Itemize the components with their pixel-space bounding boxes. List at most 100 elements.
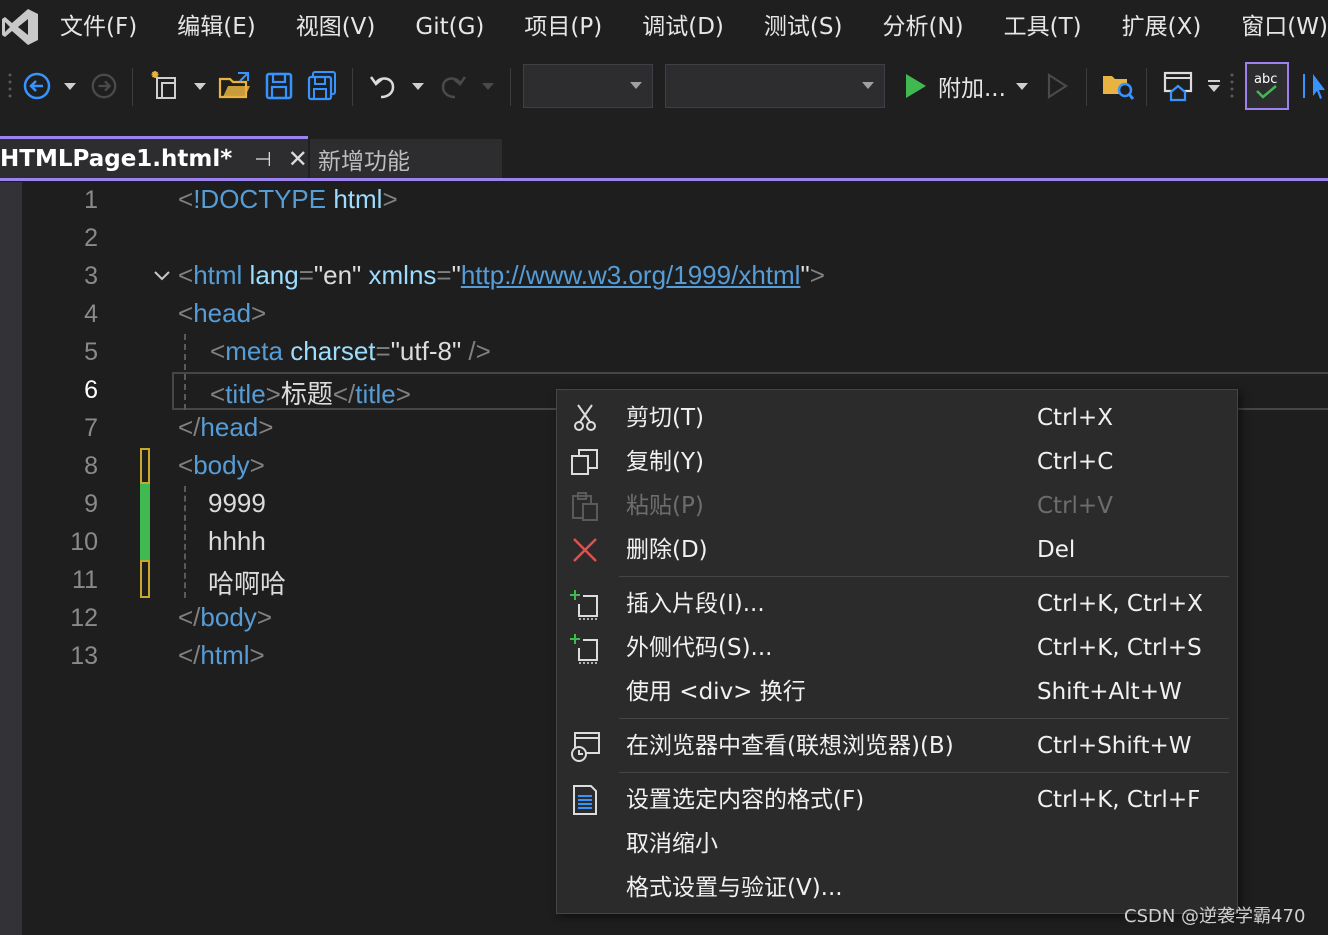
line-number: 2 (84, 224, 98, 252)
code-line-5[interactable]: <meta charset="utf-8" /> (210, 336, 491, 367)
code-line-13[interactable]: </html> (178, 640, 265, 671)
code-token: head (200, 412, 259, 442)
menu-item-label: 设置选定内容的格式(F) (626, 787, 865, 813)
attach-dropdown-arrow-icon[interactable] (1012, 62, 1032, 110)
forward-icon[interactable] (86, 62, 122, 110)
menu-item-copy[interactable]: 复制(Y) Ctrl+C (557, 440, 1237, 484)
menu-separator (619, 576, 1229, 577)
menu-item-format-selection[interactable]: 设置选定内容的格式(F) Ctrl+K, Ctrl+F (557, 778, 1237, 822)
start-without-debug-icon[interactable] (1040, 62, 1074, 110)
code-token: lang (249, 260, 299, 290)
menu-git[interactable]: Git(G) (395, 0, 504, 54)
find-in-files-icon[interactable] (1098, 62, 1138, 110)
code-token: > (251, 298, 267, 328)
menu-item-label: 使用 <div> 换行 (626, 679, 806, 705)
menu-item-wrap-div[interactable]: 使用 <div> 换行 Shift+Alt+W (557, 670, 1237, 714)
undo-dropdown-arrow-icon[interactable] (408, 62, 428, 110)
code-token: > (265, 379, 281, 409)
menu-item-shortcut: Ctrl+K, Ctrl+X (1037, 591, 1203, 617)
solution-platform-dropdown[interactable] (665, 64, 885, 108)
code-line-3[interactable]: <html lang="en" xmlns="http://www.w3.org… (178, 260, 825, 291)
menu-item-surround-with[interactable]: 外侧代码(S)... Ctrl+K, Ctrl+S (557, 626, 1237, 670)
code-token: < (178, 184, 194, 214)
code-line-6[interactable]: <title>标题</title> (210, 374, 411, 411)
toolbar-separator (510, 68, 511, 106)
menu-edit[interactable]: 编辑(E) (157, 0, 275, 54)
xmlns-link[interactable]: http://www.w3.org/1999/xhtml (461, 260, 801, 290)
collapse-chevron-icon[interactable] (152, 266, 172, 290)
menu-test[interactable]: 测试(S) (744, 0, 863, 54)
tab-whats-new[interactable]: 新增功能 (310, 139, 502, 178)
redo-icon[interactable] (434, 62, 472, 110)
toolbar-grip[interactable] (6, 62, 14, 110)
view-in-browser-icon (569, 730, 601, 762)
new-project-icon[interactable] (146, 62, 186, 110)
code-line-4[interactable]: <head> (178, 298, 266, 329)
menu-file[interactable]: 文件(F) (40, 0, 157, 54)
indent-guide (184, 486, 186, 598)
cursor-select-icon[interactable] (1300, 62, 1328, 110)
svg-text:abc: abc (1254, 72, 1277, 87)
redo-dropdown-arrow-icon[interactable] (478, 62, 498, 110)
menu-item-label: 复制(Y) (626, 449, 704, 475)
menu-item-label: 外侧代码(S)... (626, 635, 773, 661)
open-folder-icon[interactable] (216, 62, 254, 110)
code-line-1[interactable]: <!DOCTYPE html> (178, 184, 398, 215)
code-token: = (375, 336, 391, 366)
menu-item-label: 格式设置与验证(V)... (626, 875, 843, 901)
browser-dropdown-arrow-icon[interactable] (1204, 62, 1224, 110)
menu-debug[interactable]: 调试(D) (622, 0, 744, 54)
toolbar-separator (1146, 68, 1147, 106)
attach-button[interactable]: 附加... (938, 62, 1010, 110)
undo-icon[interactable] (364, 62, 402, 110)
line-number: 10 (70, 528, 98, 556)
tab-htmlpage1[interactable]: HTMLPage1.html* ⊣ ✕ (0, 136, 308, 178)
browser-link-icon[interactable] (1158, 62, 1198, 110)
tab-underline (0, 178, 1328, 181)
menu-item-delete[interactable]: 删除(D) Del (557, 528, 1237, 572)
menu-window[interactable]: 窗口(W) (1221, 0, 1328, 54)
menu-item-insert-snippet[interactable]: 插入片段(I)... Ctrl+K, Ctrl+X (557, 582, 1237, 626)
code-token: body (200, 602, 257, 632)
solution-configuration-dropdown[interactable] (523, 64, 653, 108)
code-token: title (225, 379, 266, 409)
back-dropdown-arrow-icon[interactable] (60, 62, 80, 110)
menu-view[interactable]: 视图(V) (276, 0, 396, 54)
menu-project[interactable]: 项目(P) (504, 0, 622, 54)
save-icon[interactable] (260, 62, 298, 110)
visual-studio-logo-icon[interactable] (0, 0, 40, 54)
code-token: > (256, 602, 272, 632)
code-token: < (178, 298, 194, 328)
chevron-down-icon (630, 82, 642, 89)
code-line-7[interactable]: </head> (178, 412, 273, 443)
menu-tools[interactable]: 工具(T) (984, 0, 1102, 54)
menu-item-label: 插入片段(I)... (626, 591, 765, 617)
new-dropdown-arrow-icon[interactable] (190, 62, 210, 110)
code-line-9[interactable]: 9999 (208, 488, 266, 519)
code-line-12[interactable]: </body> (178, 602, 272, 633)
menu-analyze[interactable]: 分析(N) (862, 0, 983, 54)
menu-item-paste[interactable]: 粘贴(P) Ctrl+V (557, 484, 1237, 528)
back-icon[interactable] (18, 62, 56, 110)
toolbar-grip[interactable] (1228, 62, 1236, 110)
code-line-8[interactable]: <body> (178, 450, 265, 481)
code-token: meta (225, 336, 283, 366)
code-token: > (395, 379, 411, 409)
code-token: html (333, 184, 383, 214)
code-line-10[interactable]: hhhh (208, 526, 266, 557)
start-debug-icon[interactable] (898, 62, 932, 110)
code-line-11[interactable]: 哈啊哈 (208, 564, 286, 601)
menu-item-cut[interactable]: 剪切(T) Ctrl+X (557, 396, 1237, 440)
pin-icon[interactable]: ⊣ (254, 147, 271, 171)
close-icon[interactable]: ✕ (288, 145, 308, 173)
line-number: 1 (84, 186, 98, 214)
line-number: 7 (84, 414, 98, 442)
menu-item-view-in-browser[interactable]: 在浏览器中查看(联想浏览器)(B) Ctrl+Shift+W (557, 724, 1237, 768)
menu-item-shortcut: Ctrl+K, Ctrl+S (1037, 635, 1202, 661)
code-token: = (436, 260, 452, 290)
save-all-icon[interactable] (302, 62, 342, 110)
spell-check-icon[interactable]: abc (1245, 62, 1289, 110)
code-token: > (258, 412, 274, 442)
menu-item-cancel-zoom[interactable]: 取消缩小 (557, 822, 1237, 866)
menu-extensions[interactable]: 扩展(X) (1102, 0, 1222, 54)
